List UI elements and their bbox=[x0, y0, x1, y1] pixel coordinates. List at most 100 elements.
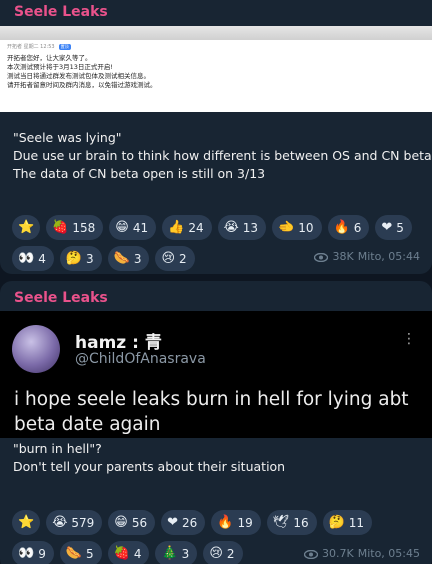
message-line: The data of CN beta open is still on 3/1… bbox=[13, 166, 266, 181]
reaction-emoji-icon: 😭 bbox=[52, 515, 68, 530]
message-footer: 38K Mito, 05:44 bbox=[314, 250, 420, 263]
reaction-count: 5 bbox=[86, 546, 94, 561]
paid-reaction-chip[interactable]: ⭐ bbox=[12, 215, 41, 240]
channel-name[interactable]: Seele Leaks bbox=[14, 4, 108, 20]
reaction-emoji-icon: 🤔 bbox=[65, 251, 83, 266]
reaction-count: 579 bbox=[71, 515, 95, 530]
screenshot-text: 开拓者您好，让大家久等了。 本次测试预计将于3月13日正式开启! 测试当日将通过… bbox=[7, 54, 157, 90]
reaction-chip[interactable]: 👀 4 bbox=[12, 246, 54, 271]
reaction-count: 2 bbox=[226, 546, 235, 561]
reaction-emoji-icon: 🔥 bbox=[333, 220, 350, 235]
reaction-count: 16 bbox=[293, 515, 309, 530]
reaction-count: 13 bbox=[242, 220, 259, 235]
tweet-handle: @ChildOfAnasrava bbox=[75, 351, 206, 367]
reaction-count: 26 bbox=[182, 515, 198, 530]
reaction-chip[interactable]: 🌭 5 bbox=[59, 541, 102, 564]
attached-screenshot[interactable]: 开拓者 星期二 12:53 置顶 开拓者您好，让大家久等了。 本次测试预计将于3… bbox=[0, 26, 432, 112]
reaction-emoji-icon: ⭐ bbox=[18, 515, 35, 530]
reaction-emoji-icon: 🍓 bbox=[52, 220, 69, 235]
message-line: "Seele was lying" bbox=[13, 130, 122, 145]
reaction-chip[interactable]: 🎄 3 bbox=[155, 541, 198, 564]
avatar bbox=[12, 325, 60, 373]
tweet-body: i hope seele leaks burn in hell for lyin… bbox=[14, 389, 409, 435]
reaction-emoji-icon: 👍 bbox=[168, 220, 185, 235]
reaction-chip[interactable]: ❤ 26 bbox=[161, 510, 206, 535]
reaction-emoji-icon: ❤ bbox=[167, 515, 179, 530]
reaction-emoji-icon: 😢 bbox=[209, 546, 223, 561]
views-icon bbox=[303, 549, 319, 560]
reaction-count: 3 bbox=[86, 251, 94, 266]
reaction-count: 158 bbox=[72, 220, 96, 235]
reaction-count: 56 bbox=[131, 515, 148, 530]
screenshot-tag: 置顶 bbox=[58, 43, 71, 50]
reaction-count: 6 bbox=[353, 220, 362, 235]
reaction-emoji-icon: 🍓 bbox=[113, 546, 130, 561]
reaction-chip[interactable]: 🕊 16 bbox=[266, 510, 317, 535]
reaction-count: 10 bbox=[298, 220, 314, 235]
reaction-emoji-icon: 👀 bbox=[18, 546, 35, 561]
reaction-chip[interactable]: 🍓 158 bbox=[46, 215, 104, 240]
reaction-chip[interactable]: 👍 24 bbox=[162, 215, 212, 240]
reaction-count: 4 bbox=[133, 546, 142, 561]
message-bubble[interactable]: Seele Leaks hamz : 青 @ChildOfAnasrava ⋮ … bbox=[0, 281, 432, 564]
reaction-emoji-icon: 😁 bbox=[114, 515, 128, 530]
reaction-count: 3 bbox=[133, 251, 142, 266]
reaction-emoji-icon: 🔥 bbox=[217, 515, 234, 530]
reaction-count: 5 bbox=[396, 220, 404, 235]
screenshot-line: 本次测试预计将于3月13日正式开启! bbox=[7, 63, 114, 71]
message-footer: 30.7K Mito, 05:45 bbox=[303, 547, 420, 560]
reaction-emoji-icon: 👀 bbox=[18, 251, 35, 266]
reaction-count: 11 bbox=[348, 515, 365, 530]
reaction-emoji-icon: 🕊 bbox=[272, 515, 290, 530]
reaction-chip[interactable]: 🔥 19 bbox=[211, 510, 261, 535]
reaction-chip[interactable]: 🌭 3 bbox=[107, 246, 150, 271]
reaction-emoji-icon: 🫲 bbox=[278, 220, 295, 235]
reaction-count: 2 bbox=[179, 251, 187, 266]
reaction-count: 3 bbox=[181, 546, 190, 561]
reaction-emoji-icon: 😭 bbox=[223, 220, 239, 235]
reaction-emoji-icon: ⭐ bbox=[18, 220, 35, 235]
reaction-emoji-icon: 🎄 bbox=[161, 546, 178, 561]
reaction-chip[interactable]: 😢 2 bbox=[203, 541, 243, 564]
screenshot-line: 请开拓者留意时间及群内消息，以免错过游戏测试。 bbox=[7, 81, 157, 89]
screenshot-line: 开拓者您好，让大家久等了。 bbox=[7, 54, 92, 62]
message-line: "burn in hell"? bbox=[13, 441, 102, 456]
reaction-chip[interactable]: 🫲 10 bbox=[272, 215, 322, 240]
message-line: Don't tell your parents about their situ… bbox=[13, 459, 286, 474]
author-time: Mito, 05:45 bbox=[357, 547, 420, 560]
reaction-count: 19 bbox=[237, 515, 253, 530]
reaction-chip[interactable]: 😁 41 bbox=[109, 215, 157, 240]
reaction-count: 4 bbox=[38, 251, 46, 266]
reaction-emoji-icon: 🌭 bbox=[65, 546, 83, 561]
reaction-count: 9 bbox=[38, 546, 46, 561]
tweet-author-name: hamz : 青 bbox=[75, 333, 162, 353]
reaction-chip[interactable]: 🤔 11 bbox=[322, 510, 373, 535]
views-count: 30.7K bbox=[321, 547, 354, 560]
reaction-emoji-icon: 😢 bbox=[161, 251, 176, 266]
reaction-chip[interactable]: 😁 56 bbox=[108, 510, 156, 535]
message-text: "Seele was lying" Due use ur brain to th… bbox=[13, 129, 432, 183]
message-text: "burn in hell"? Don't tell your parents … bbox=[13, 440, 285, 476]
reaction-chip[interactable]: ❤ 5 bbox=[375, 215, 412, 240]
message-bubble[interactable]: Seele Leaks 开拓者 星期二 12:53 置顶 开拓者您好，让大家久等… bbox=[0, 0, 432, 274]
screenshot-line: 测试当日将通过群发布测试包体及测试相关信息。 bbox=[7, 72, 150, 80]
channel-name[interactable]: Seele Leaks bbox=[14, 290, 108, 306]
reaction-chip[interactable]: 😭 579 bbox=[46, 510, 103, 535]
reaction-chip[interactable]: 😭 13 bbox=[217, 215, 267, 240]
reaction-chip[interactable]: 😢 2 bbox=[155, 246, 195, 271]
reaction-chip[interactable]: 👀 9 bbox=[12, 541, 54, 564]
reaction-chip[interactable]: 🍓 4 bbox=[107, 541, 150, 564]
reaction-chip[interactable]: 🔥 6 bbox=[327, 215, 370, 240]
reaction-emoji-icon: ❤ bbox=[381, 220, 393, 235]
reaction-chip[interactable]: 🤔 3 bbox=[59, 246, 102, 271]
message-line: Due use ur brain to think how different … bbox=[13, 148, 432, 163]
views-icon bbox=[314, 252, 329, 263]
reaction-count: 41 bbox=[132, 220, 149, 235]
more-icon: ⋮ bbox=[402, 331, 416, 347]
attached-tweet-image[interactable]: hamz : 青 @ChildOfAnasrava ⋮ i hope seele… bbox=[0, 311, 432, 438]
author-time: Mito, 05:44 bbox=[357, 250, 420, 263]
reaction-emoji-icon: 🤔 bbox=[328, 515, 345, 530]
reaction-emoji-icon: 😁 bbox=[115, 220, 129, 235]
reaction-count: 24 bbox=[188, 220, 204, 235]
paid-reaction-chip[interactable]: ⭐ bbox=[12, 510, 41, 535]
